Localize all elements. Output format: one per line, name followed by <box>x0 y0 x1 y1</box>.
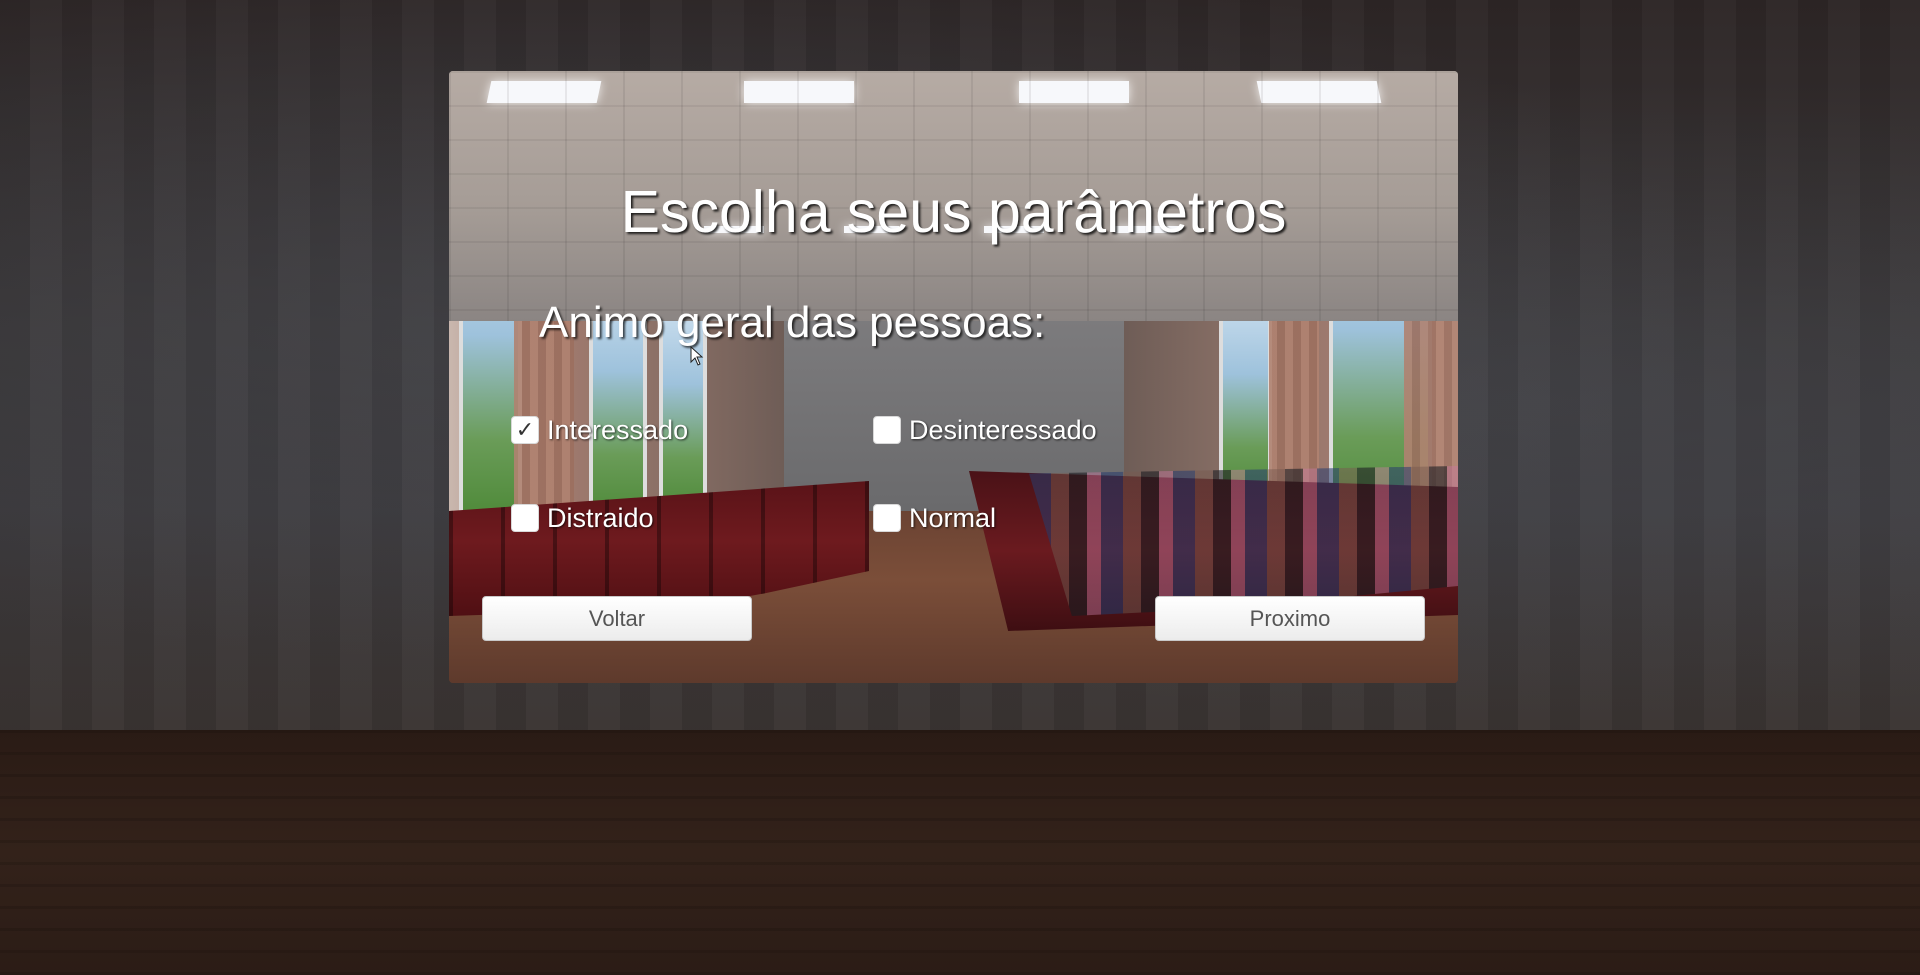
ceiling-light <box>744 81 854 103</box>
next-button[interactable]: Proximo <box>1155 596 1425 641</box>
check-icon: ✓ <box>515 417 535 442</box>
parameters-panel: Escolha seus parâmetros Animo geral das … <box>449 71 1458 683</box>
back-button[interactable]: Voltar <box>482 596 752 641</box>
mouse-cursor-icon <box>690 346 704 366</box>
option-desinteressado[interactable]: Desinteressado <box>873 414 1097 446</box>
section-heading: Animo geral das pessoas: <box>539 298 1046 347</box>
option-interessado[interactable]: ✓ Interessado <box>511 414 688 446</box>
ceiling-light <box>1256 81 1382 103</box>
option-label: Interessado <box>547 414 689 445</box>
option-distraido[interactable]: Distraido <box>511 502 654 534</box>
checkbox-normal[interactable] <box>873 504 901 532</box>
ceiling-light <box>1019 81 1129 103</box>
option-normal[interactable]: Normal <box>873 502 996 534</box>
background-floor <box>0 730 1920 975</box>
ceiling-light <box>486 81 602 103</box>
checkbox-desinteressado[interactable] <box>873 416 901 444</box>
option-label: Normal <box>909 502 997 533</box>
option-label: Desinteressado <box>909 414 1097 445</box>
option-label: Distraido <box>547 502 654 533</box>
checkbox-interessado[interactable]: ✓ <box>511 416 539 444</box>
page-title: Escolha seus parâmetros <box>620 179 1287 245</box>
checkbox-distraido[interactable] <box>511 504 539 532</box>
